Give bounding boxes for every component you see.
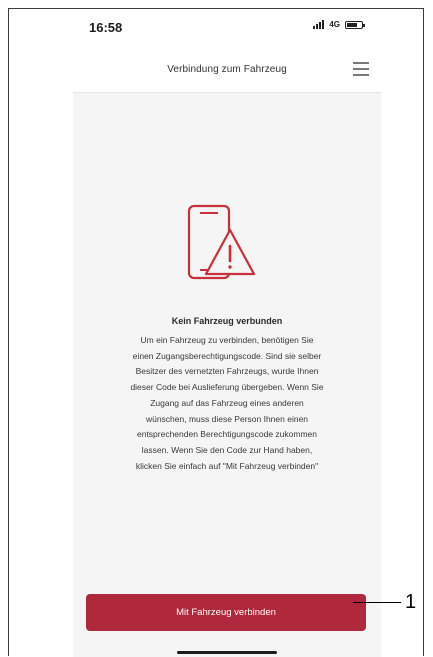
message-line: Besitzer des vernetzten Fahrzeugs, wurde… <box>135 366 319 377</box>
status-icons: 4G <box>313 20 365 29</box>
message-line: wünschen, muss diese Person Ihnen einen <box>145 413 309 424</box>
phone-screen: 16:58 4G Verbindung zum Fahrzeug Kein Fa… <box>73 10 381 657</box>
message-line: klicken Sie einfach auf "Mit Fahrzeug ve… <box>135 460 319 471</box>
message-title: Kein Fahrzeug verbunden <box>171 316 283 326</box>
message-line: Zugang auf das Fahrzeug eines anderen <box>150 397 304 408</box>
callout-number: 1 <box>405 591 417 613</box>
message-body: Um ein Fahrzeug zu verbinden, benötigen … <box>99 333 355 474</box>
message-line: entsprechenden Berechtigungscode zukomme… <box>136 429 318 440</box>
connect-vehicle-button[interactable]: Mit Fahrzeug verbinden <box>86 594 366 631</box>
message-line: einen Zugangsberechtigungscode. Sind sie… <box>132 350 322 361</box>
status-bar: 16:58 4G <box>73 10 381 46</box>
app-header: Verbindung zum Fahrzeug <box>73 46 381 93</box>
message-line: dieser Code bei Auslieferung übergeben. … <box>130 382 324 393</box>
signal-icon <box>313 20 325 29</box>
message-line: Um ein Fahrzeug zu verbinden, benötigen … <box>140 335 314 345</box>
message-line: lassen. Wenn Sie den Code zur Hand haben… <box>141 444 313 455</box>
page-title: Verbindung zum Fahrzeug <box>167 64 287 75</box>
phone-warning-icon <box>187 204 256 280</box>
network-type: 4G <box>329 20 340 29</box>
hamburger-menu-icon[interactable] <box>353 62 369 76</box>
status-time: 16:58 <box>89 20 123 35</box>
callout-line <box>353 602 401 603</box>
battery-icon <box>345 20 365 29</box>
home-indicator[interactable] <box>177 651 277 654</box>
